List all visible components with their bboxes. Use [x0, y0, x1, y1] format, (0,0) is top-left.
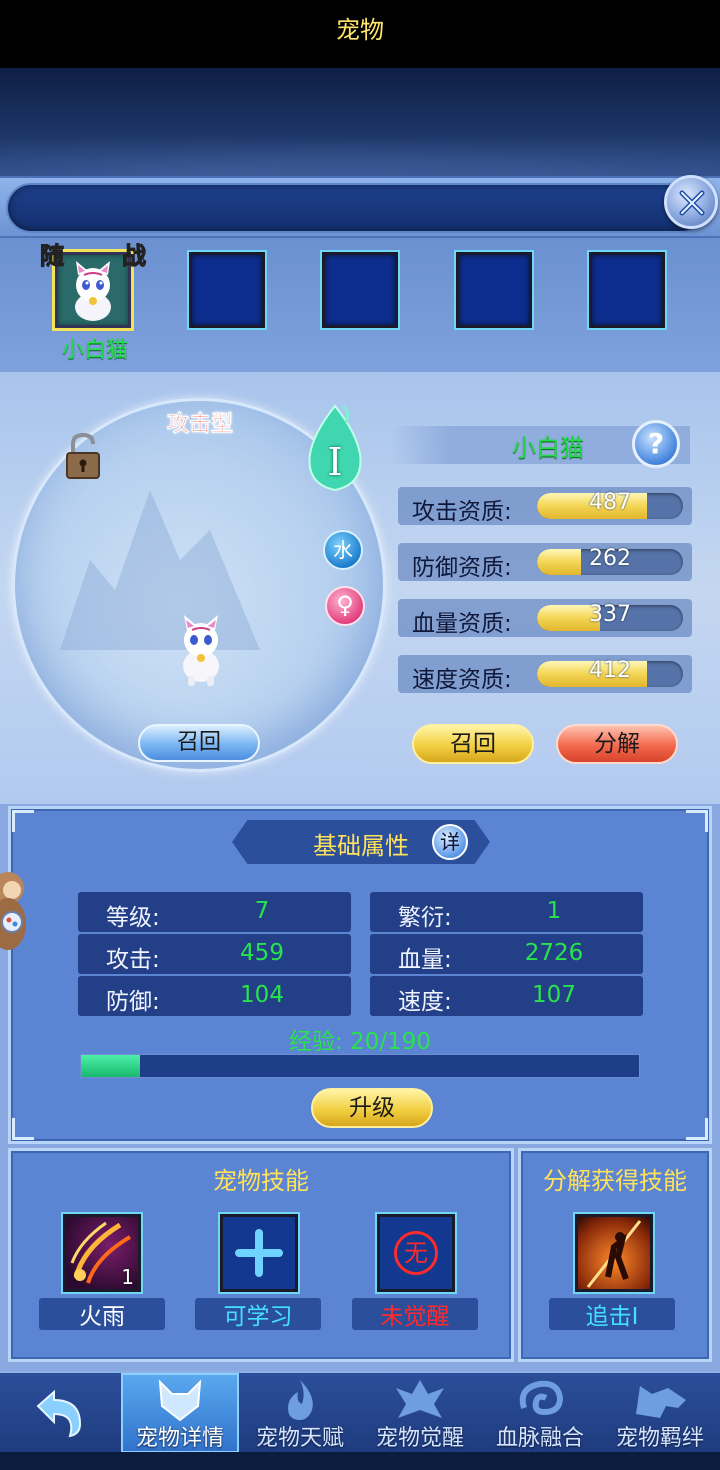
aptitude-value: 412	[589, 658, 631, 683]
system-home-bar	[0, 1452, 720, 1470]
locked-seal-icon: 无	[394, 1231, 438, 1275]
stat-label: 等级:	[106, 905, 160, 931]
cat-pet-portrait	[75, 261, 111, 321]
tab-label: 宠物天赋	[255, 1426, 344, 1451]
gender-badge: ♀	[325, 586, 365, 626]
title-plate	[6, 183, 706, 233]
experience-bar	[80, 1054, 640, 1078]
stat-value: 2726	[524, 940, 584, 966]
active-pet-name: 小白猫	[61, 338, 128, 363]
skill-name-learnable: 可学习	[223, 1304, 293, 1330]
skill-name-pursuit: 追击I	[585, 1304, 639, 1330]
aptitude-value: 337	[589, 602, 631, 627]
attributes-title: 基础属性	[313, 832, 409, 860]
stat-label: 血量:	[398, 947, 452, 973]
fox-head-icon	[158, 1379, 202, 1422]
stat-value: 459	[240, 940, 284, 966]
flame-icon	[288, 1380, 313, 1420]
side-mascot-icon[interactable]	[0, 866, 34, 956]
stat-value: 104	[240, 982, 284, 1008]
stat-value: 1	[546, 898, 562, 924]
close-button[interactable]	[664, 175, 718, 229]
aptitude-value: 487	[589, 490, 631, 515]
corner-ornament	[12, 1118, 34, 1140]
experience-bar-fill	[81, 1055, 140, 1077]
tab-label: 血脉融合	[495, 1426, 584, 1451]
battle-tag: 战	[122, 242, 147, 271]
grade-label: I	[327, 440, 343, 484]
skill-name-unawakened: 未觉醒	[380, 1304, 450, 1330]
tab-label: 宠物详情	[135, 1426, 224, 1451]
detail-button[interactable]: 详	[432, 824, 468, 860]
page-title: 宠物	[336, 16, 384, 44]
stat-value: 107	[532, 982, 576, 1008]
skill-name-fire-rain: 火雨	[79, 1304, 125, 1330]
skill-slot-unawakened[interactable]: 无	[377, 1214, 455, 1292]
aptitude-label: 攻击资质:	[412, 499, 512, 525]
upgrade-button[interactable]: 升级	[311, 1088, 433, 1128]
orb-recall-button[interactable]: 召回	[138, 724, 260, 762]
follow-tag: 随	[40, 242, 65, 271]
unlock-icon[interactable]	[64, 432, 102, 480]
swirl-icon	[519, 1380, 564, 1416]
corner-ornament	[686, 810, 708, 832]
aptitude-value: 262	[589, 546, 631, 571]
awakening-emblem-icon	[396, 1380, 444, 1418]
back-arrow-icon[interactable]	[30, 1384, 86, 1440]
skill-slot-learnable[interactable]	[220, 1214, 298, 1292]
skill-slot-pursuit[interactable]	[575, 1214, 653, 1292]
pet-name: 小白猫	[512, 434, 584, 462]
tab-label: 宠物觉醒	[375, 1426, 464, 1451]
cat-pet-sprite	[183, 615, 219, 686]
element-badge: 水	[323, 530, 363, 570]
help-button[interactable]: ?	[632, 420, 680, 468]
corner-ornament	[686, 1118, 708, 1140]
aptitude-label: 速度资质:	[412, 667, 512, 693]
stat-value: 7	[254, 898, 270, 924]
stat-label: 攻击:	[106, 947, 160, 973]
close-icon	[679, 190, 705, 216]
pet-skills-title: 宠物技能	[213, 1167, 309, 1195]
corner-ornament	[12, 810, 34, 832]
experience-text: 经验: 20/190	[289, 1029, 431, 1055]
pet-slot-1[interactable]	[55, 252, 131, 328]
aptitude-label: 防御资质:	[412, 555, 512, 581]
stat-label: 繁衍:	[398, 905, 452, 931]
pet-type-label: 攻击型	[166, 412, 234, 438]
tab-label: 宠物羁绊	[615, 1426, 704, 1451]
skill-slot-fire-rain[interactable]: 1	[63, 1214, 141, 1292]
stat-label: 速度:	[398, 989, 452, 1015]
skill-level: 1	[121, 1265, 134, 1289]
decompose-button[interactable]: 分解	[556, 724, 678, 764]
pet-slot-3[interactable]	[322, 252, 398, 328]
recall-button[interactable]: 召回	[412, 724, 534, 764]
top-backdrop	[0, 68, 720, 176]
title-bar	[0, 176, 720, 238]
decompose-skill-title: 分解获得技能	[543, 1167, 687, 1195]
stat-label: 防御:	[106, 989, 160, 1015]
pet-slot-2[interactable]	[189, 252, 265, 328]
pursuit-strike-icon	[586, 1220, 642, 1288]
aptitude-label: 血量资质:	[412, 611, 512, 637]
pet-slot-4[interactable]	[456, 252, 532, 328]
wolf-head-icon	[636, 1386, 686, 1418]
plus-icon	[235, 1229, 283, 1277]
pet-slot-5[interactable]	[589, 252, 665, 328]
